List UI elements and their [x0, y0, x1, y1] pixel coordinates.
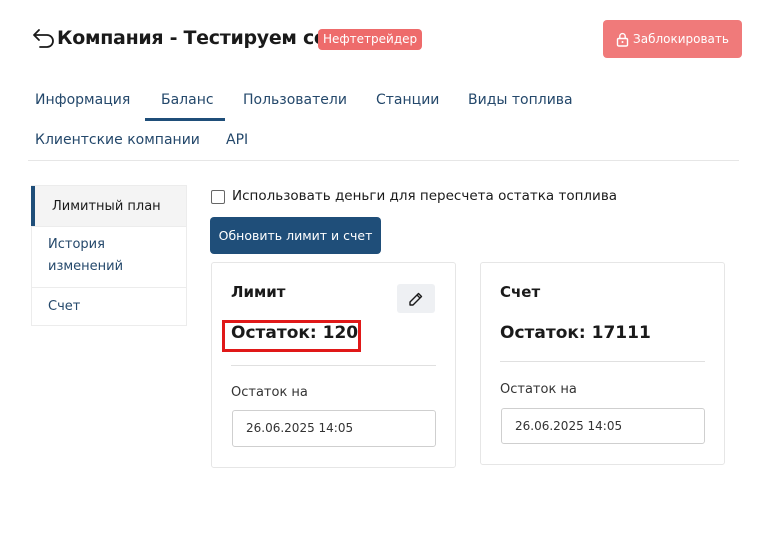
tab-users[interactable]: Пользователи — [243, 92, 347, 108]
sidebar-divider — [32, 287, 186, 288]
limit-card: Лимит Остаток: 120 Остаток на 26.06.2025… — [211, 262, 456, 468]
sidebar-item-limit-plan[interactable]: Лимитный план — [31, 186, 186, 226]
active-tab-indicator — [145, 118, 225, 121]
balance-sidebar: Лимитный план История изменений Счет — [31, 185, 187, 326]
account-card: Счет Остаток: 17111 Остаток на 26.06.202… — [480, 262, 725, 465]
account-date-field[interactable]: 26.06.2025 14:05 — [501, 408, 705, 444]
limit-date-field[interactable]: 26.06.2025 14:05 — [232, 410, 436, 447]
sidebar-divider — [32, 226, 186, 227]
tab-balance[interactable]: Баланс — [161, 92, 214, 108]
limit-balance: Остаток: 120 — [231, 323, 359, 343]
block-button[interactable]: Заблокировать — [603, 20, 742, 58]
update-limit-and-account-button[interactable]: Обновить лимит и счет — [210, 217, 381, 254]
tabs-divider — [28, 160, 739, 161]
block-button-label: Заблокировать — [633, 32, 729, 46]
tab-stations[interactable]: Станции — [376, 92, 439, 108]
card-divider — [231, 365, 436, 366]
account-balance: Остаток: 17111 — [500, 323, 651, 343]
limit-card-title: Лимит — [231, 283, 286, 301]
tab-api[interactable]: API — [226, 132, 248, 148]
sidebar-item-account[interactable]: Счет — [32, 296, 186, 318]
sidebar-item-change-history[interactable]: История изменений — [32, 234, 186, 286]
tab-client-companies[interactable]: Клиентские компании — [35, 132, 200, 148]
company-type-badge: Нефтетрейдер — [318, 29, 423, 50]
back-arrow-icon[interactable] — [32, 27, 56, 49]
use-money-checkbox[interactable] — [211, 190, 225, 204]
lock-icon — [616, 32, 629, 47]
pencil-icon — [409, 292, 423, 306]
card-divider — [500, 361, 705, 362]
tab-info[interactable]: Информация — [35, 92, 130, 108]
edit-limit-button[interactable] — [397, 284, 435, 313]
account-card-title: Счет — [500, 283, 541, 301]
limit-date-label: Остаток на — [231, 385, 308, 400]
use-money-checkbox-label[interactable]: Использовать деньги для пересчета остатк… — [232, 188, 617, 204]
tab-fuel-types[interactable]: Виды топлива — [468, 92, 573, 108]
account-date-label: Остаток на — [500, 382, 577, 397]
